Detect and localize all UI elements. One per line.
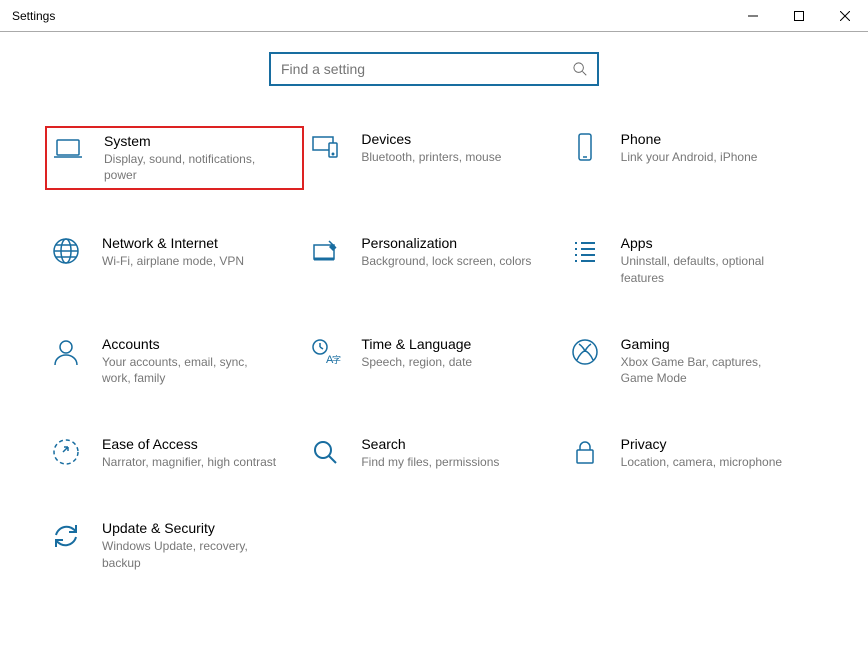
tile-search-title: Search bbox=[361, 436, 499, 452]
tile-privacy-title: Privacy bbox=[621, 436, 782, 452]
tile-privacy-desc: Location, camera, microphone bbox=[621, 454, 782, 470]
tile-timelang-desc: Speech, region, date bbox=[361, 354, 472, 370]
tile-system-desc: Display, sound, notifications, power bbox=[104, 151, 279, 183]
search-icon bbox=[572, 61, 587, 77]
tile-update-desc: Windows Update, recovery, backup bbox=[102, 538, 277, 570]
search-input[interactable] bbox=[281, 61, 572, 77]
tile-apps[interactable]: Apps Uninstall, defaults, optional featu… bbox=[564, 230, 823, 290]
tile-system[interactable]: System Display, sound, notifications, po… bbox=[45, 126, 304, 190]
tile-network-desc: Wi-Fi, airplane mode, VPN bbox=[102, 253, 244, 269]
tile-network[interactable]: Network & Internet Wi-Fi, airplane mode,… bbox=[45, 230, 304, 290]
titlebar: Settings bbox=[0, 0, 868, 32]
devices-icon bbox=[309, 131, 341, 163]
tile-search-desc: Find my files, permissions bbox=[361, 454, 499, 470]
tile-gaming-desc: Xbox Game Bar, captures, Game Mode bbox=[621, 354, 796, 386]
brush-icon bbox=[309, 235, 341, 267]
laptop-icon bbox=[52, 133, 84, 165]
maximize-button[interactable] bbox=[776, 0, 822, 31]
tile-devices-desc: Bluetooth, printers, mouse bbox=[361, 149, 501, 165]
close-button[interactable] bbox=[822, 0, 868, 31]
tile-devices[interactable]: Devices Bluetooth, printers, mouse bbox=[304, 126, 563, 190]
tile-phone-title: Phone bbox=[621, 131, 758, 147]
tile-accounts[interactable]: Accounts Your accounts, email, sync, wor… bbox=[45, 331, 304, 391]
tile-phone[interactable]: Phone Link your Android, iPhone bbox=[564, 126, 823, 190]
tile-devices-title: Devices bbox=[361, 131, 501, 147]
tile-timelang-title: Time & Language bbox=[361, 336, 472, 352]
tile-privacy[interactable]: Privacy Location, camera, microphone bbox=[564, 431, 823, 475]
tile-time-language[interactable]: A字 Time & Language Speech, region, date bbox=[304, 331, 563, 391]
time-lang-icon: A字 bbox=[309, 336, 341, 368]
tile-update-title: Update & Security bbox=[102, 520, 277, 536]
settings-grid: System Display, sound, notifications, po… bbox=[0, 126, 868, 576]
window-controls bbox=[730, 0, 868, 31]
tile-accounts-desc: Your accounts, email, sync, work, family bbox=[102, 354, 277, 386]
tile-gaming[interactable]: Gaming Xbox Game Bar, captures, Game Mod… bbox=[564, 331, 823, 391]
minimize-button[interactable] bbox=[730, 0, 776, 31]
tile-update-security[interactable]: Update & Security Windows Update, recove… bbox=[45, 515, 304, 575]
tile-phone-desc: Link your Android, iPhone bbox=[621, 149, 758, 165]
list-icon bbox=[569, 235, 601, 267]
tile-system-title: System bbox=[104, 133, 279, 149]
lock-icon bbox=[569, 436, 601, 468]
svg-text:字: 字 bbox=[332, 354, 341, 365]
search-box[interactable] bbox=[269, 52, 599, 86]
window-title: Settings bbox=[12, 9, 55, 23]
tile-accounts-title: Accounts bbox=[102, 336, 277, 352]
search-area bbox=[0, 52, 868, 86]
sync-icon bbox=[50, 520, 82, 552]
tile-apps-desc: Uninstall, defaults, optional features bbox=[621, 253, 796, 285]
tile-personalization[interactable]: Personalization Background, lock screen,… bbox=[304, 230, 563, 290]
tile-ease-title: Ease of Access bbox=[102, 436, 276, 452]
tile-search[interactable]: Search Find my files, permissions bbox=[304, 431, 563, 475]
globe-icon bbox=[50, 235, 82, 267]
tile-ease-of-access[interactable]: Ease of Access Narrator, magnifier, high… bbox=[45, 431, 304, 475]
tile-network-title: Network & Internet bbox=[102, 235, 244, 251]
magnify-icon bbox=[309, 436, 341, 468]
tile-apps-title: Apps bbox=[621, 235, 796, 251]
person-icon bbox=[50, 336, 82, 368]
phone-icon bbox=[569, 131, 601, 163]
tile-personalization-title: Personalization bbox=[361, 235, 531, 251]
tile-gaming-title: Gaming bbox=[621, 336, 796, 352]
tile-personalization-desc: Background, lock screen, colors bbox=[361, 253, 531, 269]
ease-icon bbox=[50, 436, 82, 468]
xbox-icon bbox=[569, 336, 601, 368]
tile-ease-desc: Narrator, magnifier, high contrast bbox=[102, 454, 276, 470]
